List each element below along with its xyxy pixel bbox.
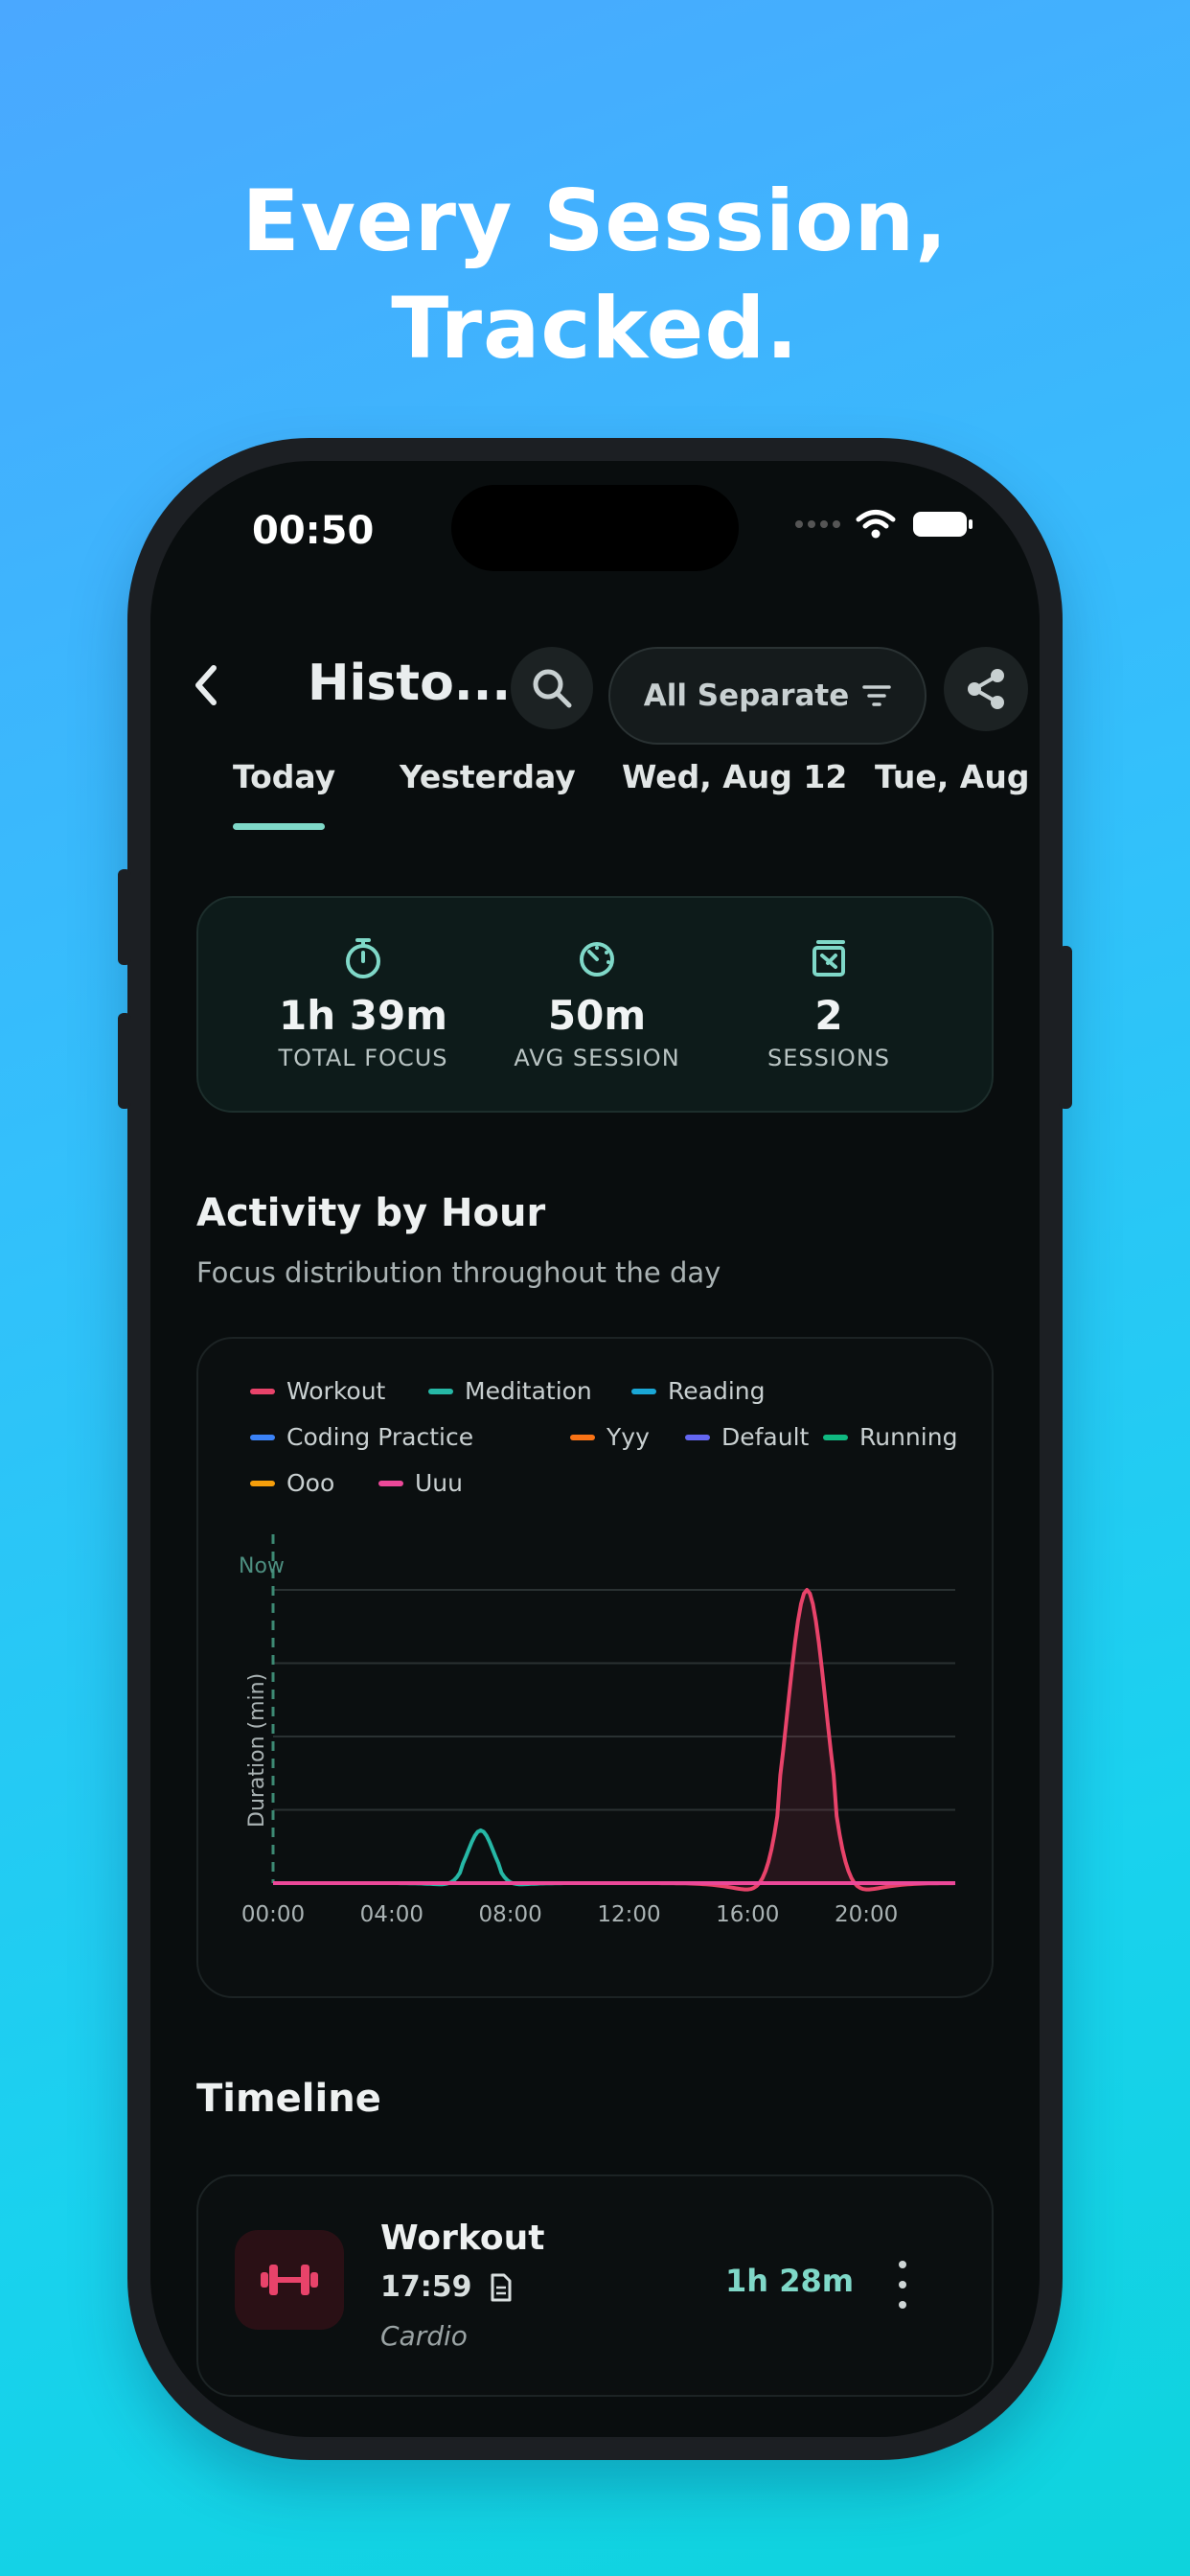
session-name: Workout [380, 2219, 545, 2258]
nav-bar: Histo... All Separate [150, 633, 1040, 745]
session-start-time: 17:59 [380, 2270, 472, 2304]
activity-chart-card: Workout Meditation Reading Coding Practice Y… [196, 1337, 994, 1998]
share-icon [968, 669, 1004, 709]
x-tick-label: 12:00 [597, 1902, 660, 1927]
series-line [273, 1588, 956, 1892]
app-screen: 00:50 Histo... All Separate Today Yester… [150, 461, 1040, 2437]
x-tick-label: 04:00 [360, 1902, 423, 1927]
phone-frame: 00:50 Histo... All Separate Today Yester… [118, 438, 1072, 2460]
session-start: 17:59 [380, 2270, 513, 2304]
session-category: Cardio [380, 2320, 468, 2352]
power-button [1059, 946, 1072, 1109]
tab-selected-indicator [233, 823, 325, 830]
x-tick-label: 08:00 [479, 1902, 542, 1927]
tab-yesterday[interactable]: Yesterday [400, 758, 576, 795]
y-axis-label: Duration (min) [245, 1673, 269, 1828]
dumbbell-icon [261, 2265, 318, 2295]
stat-value: 2 [814, 992, 843, 1039]
activity-subtitle: Focus distribution throughout the day [196, 1256, 721, 1289]
stat-label: TOTAL FOCUS [278, 1045, 448, 1071]
stat-sessions: 2 SESSIONS [704, 898, 953, 1115]
activity-chart: Now Duration (min) 00:00 04:00 08:00 12:00 16:… [239, 1534, 956, 1927]
status-icons [795, 509, 974, 540]
sessions-icon [812, 940, 845, 977]
back-button[interactable] [189, 662, 227, 705]
tab-tue-aug-11[interactable]: Tue, Aug 11 [875, 758, 1040, 795]
battery-icon [913, 512, 973, 537]
activity-title: Activity by Hour [196, 1191, 546, 1235]
volume-up-button [118, 869, 131, 965]
stopwatch-icon [346, 938, 380, 978]
x-tick-label: 20:00 [835, 1902, 898, 1927]
activity-icon [235, 2230, 344, 2330]
filter-icon [862, 685, 892, 706]
stat-value: 1h 39m [279, 992, 447, 1039]
volume-down-button [118, 1013, 131, 1109]
share-button[interactable] [944, 647, 1028, 731]
x-tick-label: 16:00 [716, 1902, 779, 1927]
more-options-button[interactable] [888, 2261, 917, 2309]
stats-card: 1h 39m TOTAL FOCUS 50m AVG SESSION 2 SES… [196, 896, 994, 1113]
status-time: 00:50 [252, 509, 375, 553]
now-label: Now [239, 1554, 285, 1578]
tab-wed-aug-12[interactable]: Wed, Aug 12 [622, 758, 847, 795]
headline-line-2: Tracked. [391, 279, 799, 378]
series-area [273, 1590, 955, 1890]
stat-value: 50m [547, 992, 647, 1039]
stat-total-focus: 1h 39m TOTAL FOCUS [239, 898, 488, 1115]
wifi-icon [856, 510, 896, 539]
gauge-icon [580, 942, 614, 977]
timeline-title: Timeline [196, 2077, 381, 2121]
note-icon [491, 2273, 511, 2301]
headline-line-1: Every Session, [241, 172, 949, 270]
page-title: Histo... [308, 655, 512, 712]
more-dot [899, 2261, 906, 2268]
search-icon [533, 669, 572, 708]
more-dot [899, 2281, 906, 2288]
x-tick-label: 00:00 [241, 1902, 305, 1927]
chevron-left-icon [195, 665, 217, 705]
stat-label: AVG SESSION [514, 1045, 680, 1071]
filter-dropdown[interactable]: All Separate [608, 647, 927, 745]
stat-label: SESSIONS [767, 1045, 891, 1071]
filter-label: All Separate [643, 678, 850, 713]
series-line [273, 1828, 955, 1887]
more-dot [899, 2301, 906, 2309]
headline: Every Session, Tracked. [0, 168, 1190, 382]
signal-dots-icon [795, 520, 840, 528]
tab-today[interactable]: Today [233, 758, 335, 795]
session-duration: 1h 28m [725, 2263, 855, 2299]
dynamic-island [451, 485, 739, 571]
date-tabs: Today Yesterday Wed, Aug 12 Tue, Aug 11 [150, 758, 1040, 835]
stat-avg-session: 50m AVG SESSION [472, 898, 721, 1115]
search-button[interactable] [511, 647, 593, 729]
timeline-item[interactable]: Workout 17:59 Cardio 1h 28m [196, 2174, 994, 2397]
